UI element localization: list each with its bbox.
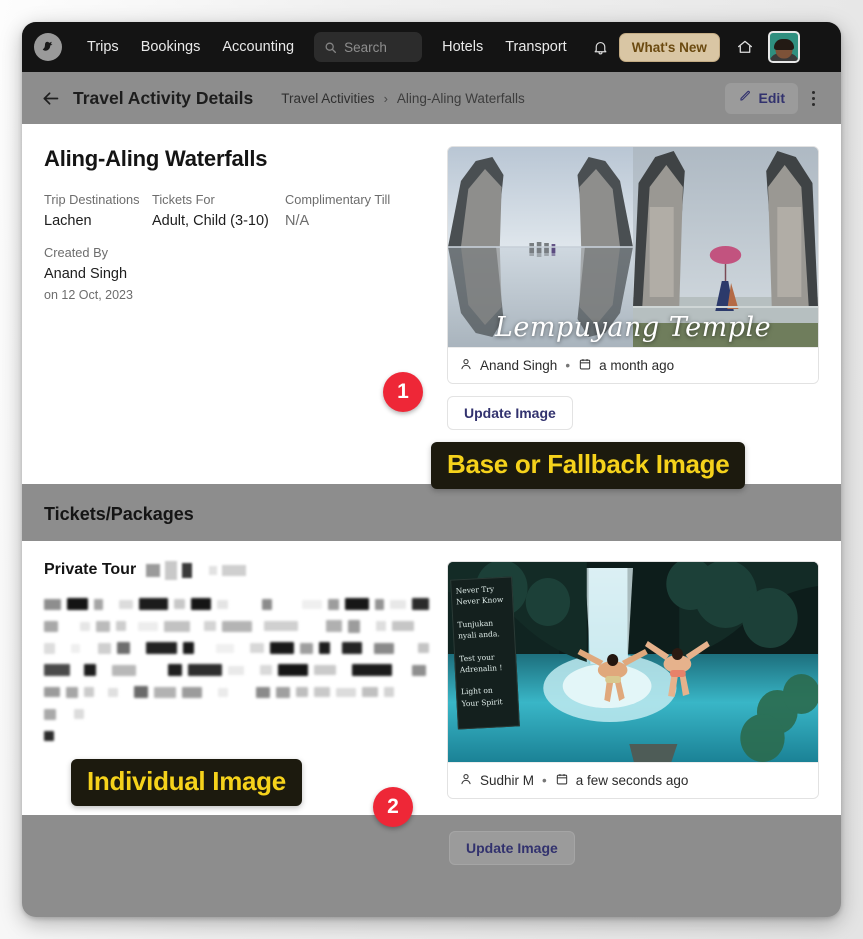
individual-image-attribution: Sudhir M • a few seconds ago	[448, 762, 818, 798]
created-by-label: Created By	[44, 245, 429, 260]
nav-link-bookings[interactable]: Bookings	[130, 33, 212, 61]
bird-logo-icon[interactable]	[34, 33, 62, 61]
nav-link-hotels[interactable]: Hotels	[431, 33, 494, 61]
annotation-badge-2: 2	[373, 787, 413, 827]
update-image-button-individual[interactable]: Update Image	[449, 831, 575, 865]
meta-tickets-for: Tickets For Adult, Child (3-10)	[152, 192, 285, 229]
nav-link-accounting[interactable]: Accounting	[211, 33, 305, 61]
meta-created-by: Created By Anand Singh on 12 Oct, 2023	[44, 245, 429, 302]
attribution-separator: •	[565, 358, 570, 373]
individual-image-time: a few seconds ago	[576, 773, 689, 788]
home-icon[interactable]	[736, 38, 754, 56]
tickets-section-header: Tickets/Packages	[22, 484, 841, 541]
avatar[interactable]	[768, 31, 800, 63]
activity-detail-card: Aling-Aling Waterfalls Trip Destinations…	[22, 124, 841, 484]
base-image-attribution: Anand Singh • a month ago	[448, 347, 818, 383]
individual-image-frame: Never TryNever KnowTunjukannyali anda.Te…	[447, 561, 819, 799]
meta-label: Trip Destinations	[44, 192, 152, 207]
page-title: Travel Activity Details	[73, 88, 253, 109]
top-navigation-bar: Trips Bookings Accounting Search Hotels …	[22, 22, 841, 72]
footer-actions: Update Image	[44, 831, 819, 865]
page-subheader: Travel Activity Details Travel Activitie…	[22, 72, 841, 124]
base-image[interactable]: Lempuyang Temple	[448, 147, 818, 347]
redacted-line	[44, 708, 429, 721]
meta-value: N/A	[285, 213, 390, 229]
created-date: on 12 Oct, 2023	[44, 288, 429, 302]
kebab-menu-icon[interactable]	[802, 85, 825, 112]
breadcrumb-item-current: Aling-Aling Waterfalls	[397, 91, 525, 106]
waterfall-sign: Never TryNever KnowTunjukannyali anda.Te…	[450, 576, 520, 729]
meta-label: Complimentary Till	[285, 192, 390, 207]
calendar-icon	[555, 772, 569, 789]
user-icon	[459, 772, 473, 789]
nav-link-trips[interactable]: Trips	[76, 33, 130, 61]
avatar-hair	[774, 39, 794, 50]
meta-trip-destinations: Trip Destinations Lachen	[44, 192, 152, 229]
nav-link-transport[interactable]: Transport	[494, 33, 578, 61]
redacted-line	[44, 664, 429, 677]
meta-value: Adult, Child (3-10)	[152, 213, 285, 229]
attribution-separator: •	[542, 773, 547, 788]
search-input[interactable]: Search	[314, 32, 422, 62]
breadcrumb-item-travel-activities[interactable]: Travel Activities	[281, 91, 374, 106]
base-image-frame: Lempuyang Temple Anand Singh •	[447, 146, 819, 384]
redacted-badges	[146, 561, 246, 580]
package-name: Private Tour	[44, 561, 136, 579]
redacted-line	[44, 620, 429, 633]
whats-new-button[interactable]: What's New	[619, 33, 720, 62]
edit-button[interactable]: Edit	[725, 83, 798, 114]
annotation-badge-1: 1	[383, 372, 423, 412]
annotation-label-base-image: Base or Fallback Image	[431, 442, 745, 489]
individual-image-author: Sudhir M	[480, 773, 534, 788]
meta-label: Tickets For	[152, 192, 285, 207]
individual-image[interactable]: Never TryNever KnowTunjukannyali anda.Te…	[448, 562, 818, 762]
activity-meta-row: Trip Destinations Lachen Tickets For Adu…	[44, 192, 429, 229]
package-title-row: Private Tour	[44, 561, 429, 580]
redacted-line	[44, 730, 429, 743]
base-image-panel: Lempuyang Temple Anand Singh •	[447, 146, 819, 464]
search-icon	[324, 41, 337, 54]
activity-detail-info: Aling-Aling Waterfalls Trip Destinations…	[44, 146, 429, 464]
search-placeholder: Search	[344, 40, 387, 55]
package-footer: Update Image	[22, 815, 841, 885]
subheader-actions: Edit	[725, 83, 825, 114]
temple-photo-left	[448, 147, 633, 347]
created-by-value: Anand Singh	[44, 266, 429, 282]
meta-complimentary-till: Complimentary Till N/A	[285, 192, 390, 229]
tickets-section-title: Tickets/Packages	[44, 504, 819, 525]
redacted-line	[44, 642, 429, 655]
annotation-label-individual-image: Individual Image	[71, 759, 302, 806]
temple-photo	[448, 147, 818, 347]
user-icon	[459, 357, 473, 374]
update-image-button-base[interactable]: Update Image	[447, 396, 573, 430]
arrow-left-icon[interactable]	[40, 88, 61, 109]
individual-image-panel: Never TryNever KnowTunjukannyali anda.Te…	[447, 561, 819, 799]
base-image-author: Anand Singh	[480, 358, 557, 373]
edit-button-label: Edit	[759, 90, 785, 106]
activity-title: Aling-Aling Waterfalls	[44, 146, 429, 172]
temple-photo-right	[633, 147, 818, 347]
redacted-line	[44, 598, 429, 611]
breadcrumb-separator-icon: ›	[384, 91, 388, 106]
meta-value: Lachen	[44, 213, 152, 229]
redacted-package-details	[44, 598, 429, 743]
pencil-icon	[738, 89, 752, 108]
bell-icon[interactable]	[592, 39, 609, 56]
breadcrumb: Travel Activities › Aling-Aling Waterfal…	[281, 91, 524, 106]
base-image-time: a month ago	[599, 358, 674, 373]
calendar-icon	[578, 357, 592, 374]
redacted-line	[44, 686, 429, 699]
